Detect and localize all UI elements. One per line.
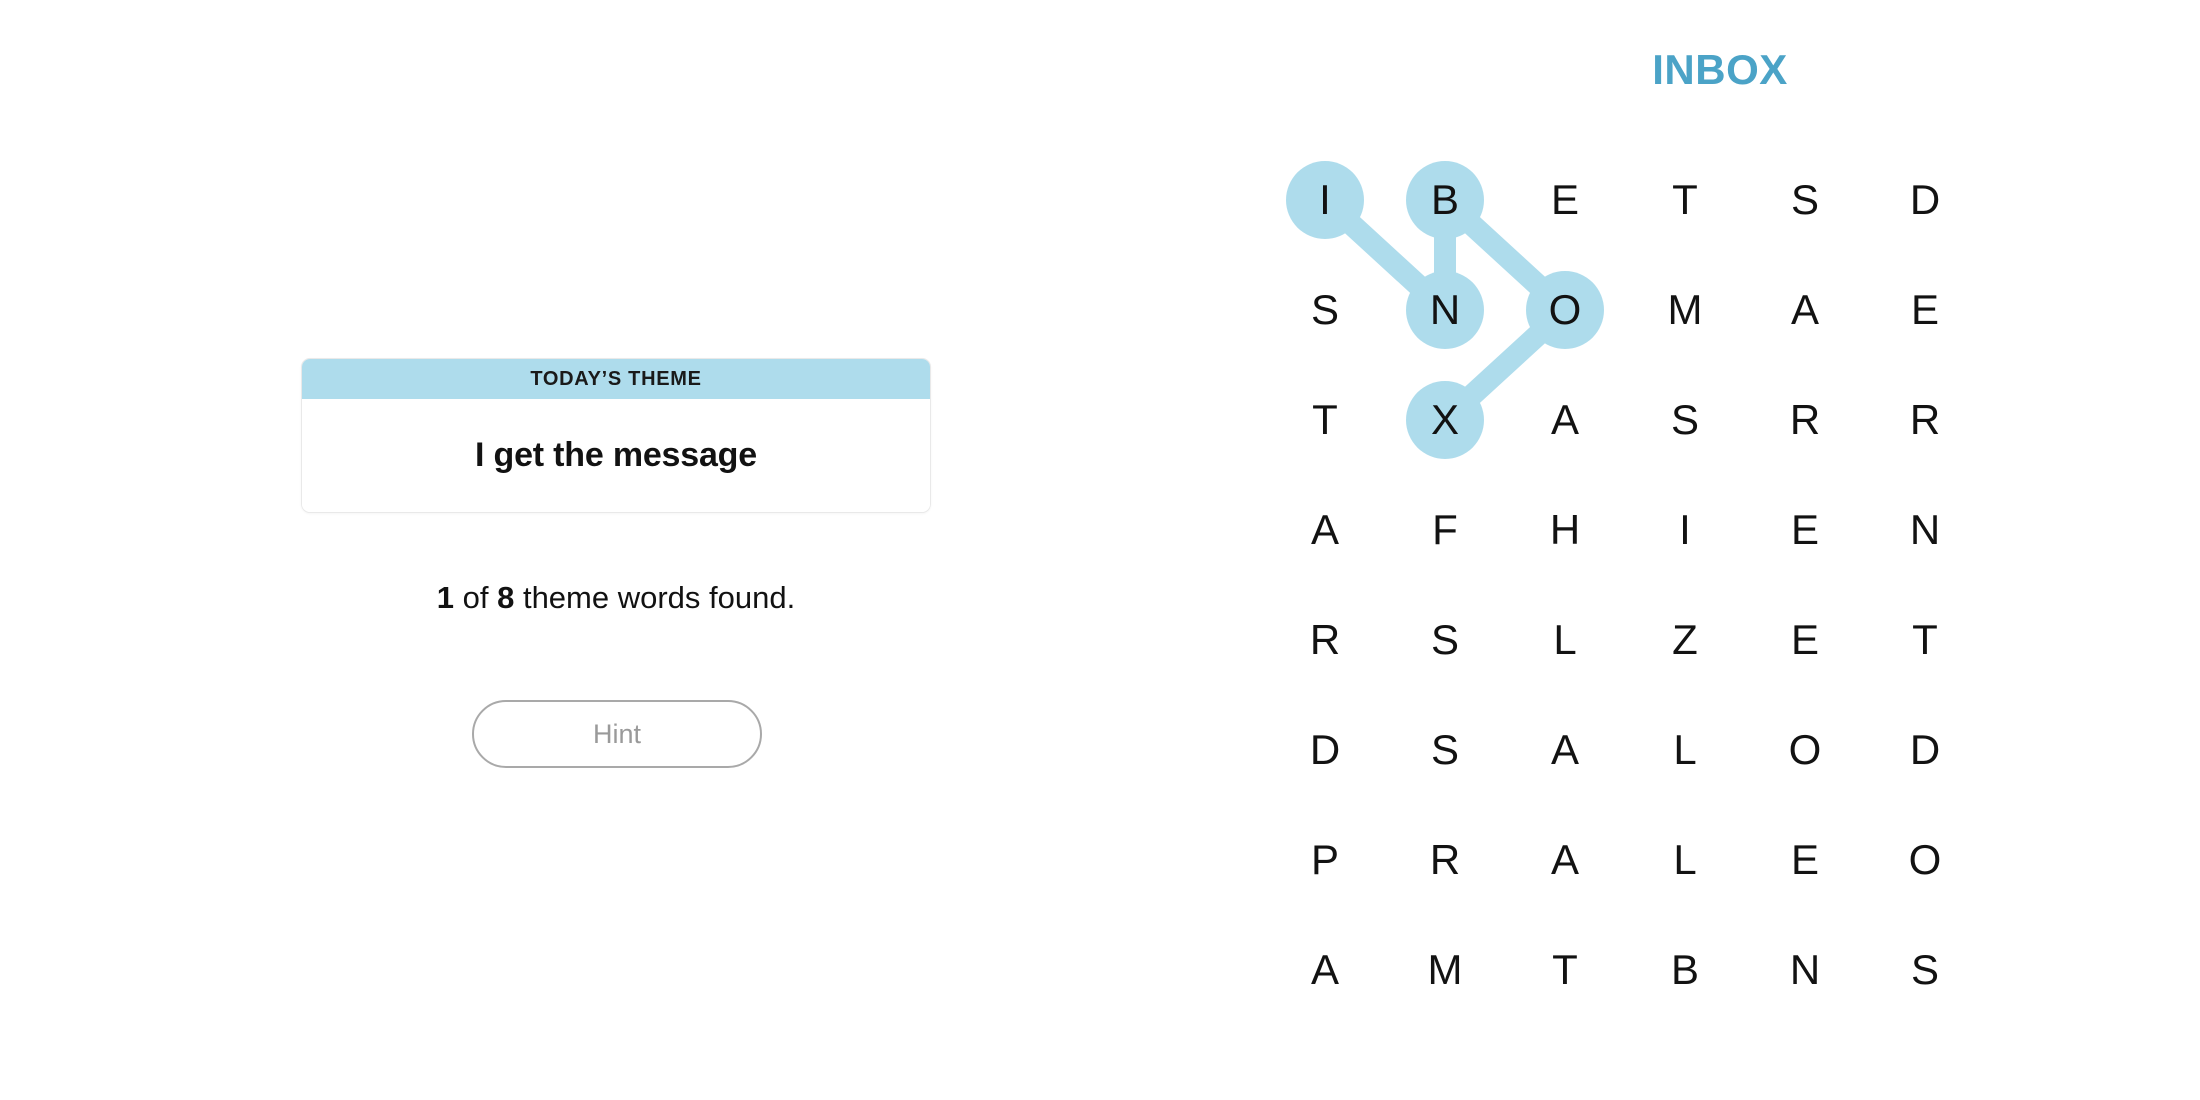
grid-letter[interactable]: T xyxy=(1868,586,1982,694)
theme-words-progress: 1 of 8 theme words found. xyxy=(301,580,931,616)
grid-letter[interactable]: P xyxy=(1268,806,1382,914)
grid-letter-selected[interactable]: O xyxy=(1508,256,1622,364)
theme-card-header-label: TODAY’S THEME xyxy=(530,367,702,390)
grid-letter[interactable]: R xyxy=(1868,366,1982,474)
grid-letter[interactable]: A xyxy=(1508,696,1622,804)
grid-letter[interactable]: E xyxy=(1868,256,1982,364)
grid-letter[interactable]: E xyxy=(1748,806,1862,914)
grid-letter[interactable]: S xyxy=(1868,916,1982,1024)
grid-letter[interactable]: F xyxy=(1388,476,1502,584)
grid-letter[interactable]: E xyxy=(1748,586,1862,694)
grid-letter[interactable]: L xyxy=(1628,806,1742,914)
grid-letter[interactable]: A xyxy=(1508,366,1622,474)
theme-card-body: I get the message xyxy=(302,399,930,512)
theme-card-header: TODAY’S THEME xyxy=(302,359,930,399)
theme-clue-text: I get the message xyxy=(475,436,757,474)
grid-letter[interactable]: D xyxy=(1868,696,1982,804)
grid-letter[interactable]: O xyxy=(1868,806,1982,914)
grid-letter[interactable]: S xyxy=(1388,586,1502,694)
grid-letter[interactable]: T xyxy=(1628,146,1742,254)
grid-letter[interactable]: S xyxy=(1388,696,1502,804)
grid-letter[interactable]: R xyxy=(1268,586,1382,694)
progress-suffix-text: theme words found. xyxy=(514,580,796,615)
grid-letter[interactable]: M xyxy=(1628,256,1742,364)
grid-letter[interactable]: M xyxy=(1388,916,1502,1024)
grid-letter[interactable]: L xyxy=(1508,586,1622,694)
grid-letter[interactable]: A xyxy=(1748,256,1862,364)
grid-letter[interactable]: T xyxy=(1508,916,1622,1024)
grid-letter[interactable]: E xyxy=(1508,146,1622,254)
grid-letter-selected[interactable]: N xyxy=(1388,256,1502,364)
grid-letter-selected[interactable]: X xyxy=(1388,366,1502,474)
grid-letter[interactable]: A xyxy=(1268,916,1382,1024)
letter-cells-layer: IBETSDSNOMAETXASRRAFHIENRSLZETDSALODPRAL… xyxy=(1265,145,1985,1015)
grid-letter[interactable]: E xyxy=(1748,476,1862,584)
page-title: INBOX xyxy=(1652,46,1788,93)
grid-letter[interactable]: R xyxy=(1388,806,1502,914)
right-puzzle-panel: INBOX IBETSDSNOMAETXASRRAFHIENRSLZETDSAL… xyxy=(1240,0,2200,1100)
todays-theme-card: TODAY’S THEME I get the message xyxy=(301,358,931,513)
grid-letter[interactable]: D xyxy=(1268,696,1382,804)
grid-letter[interactable]: S xyxy=(1268,256,1382,364)
grid-letter[interactable]: H xyxy=(1508,476,1622,584)
grid-letter[interactable]: I xyxy=(1628,476,1742,584)
progress-total-count: 8 xyxy=(497,580,515,615)
grid-letter[interactable]: N xyxy=(1748,916,1862,1024)
grid-letter-selected[interactable]: I xyxy=(1268,146,1382,254)
strands-game-screen: TODAY’S THEME I get the message 1 of 8 t… xyxy=(0,0,2200,1100)
progress-of-text: of xyxy=(454,580,498,615)
grid-letter[interactable]: R xyxy=(1748,366,1862,474)
grid-letter[interactable]: D xyxy=(1868,146,1982,254)
left-info-panel: TODAY’S THEME I get the message 1 of 8 t… xyxy=(0,0,1240,1100)
grid-letter[interactable]: S xyxy=(1628,366,1742,474)
grid-letter[interactable]: A xyxy=(1508,806,1622,914)
grid-letter[interactable]: S xyxy=(1748,146,1862,254)
grid-letter[interactable]: B xyxy=(1628,916,1742,1024)
hint-button[interactable]: Hint xyxy=(472,700,762,768)
grid-letter[interactable]: T xyxy=(1268,366,1382,474)
grid-letter[interactable]: L xyxy=(1628,696,1742,804)
grid-letter[interactable]: N xyxy=(1868,476,1982,584)
grid-letter[interactable]: Z xyxy=(1628,586,1742,694)
progress-found-count: 1 xyxy=(436,580,454,615)
grid-letter-selected[interactable]: B xyxy=(1388,146,1502,254)
grid-letter[interactable]: O xyxy=(1748,696,1862,804)
word-search-grid: IBETSDSNOMAETXASRRAFHIENRSLZETDSALODPRAL… xyxy=(1265,145,1985,1015)
grid-letter[interactable]: A xyxy=(1268,476,1382,584)
